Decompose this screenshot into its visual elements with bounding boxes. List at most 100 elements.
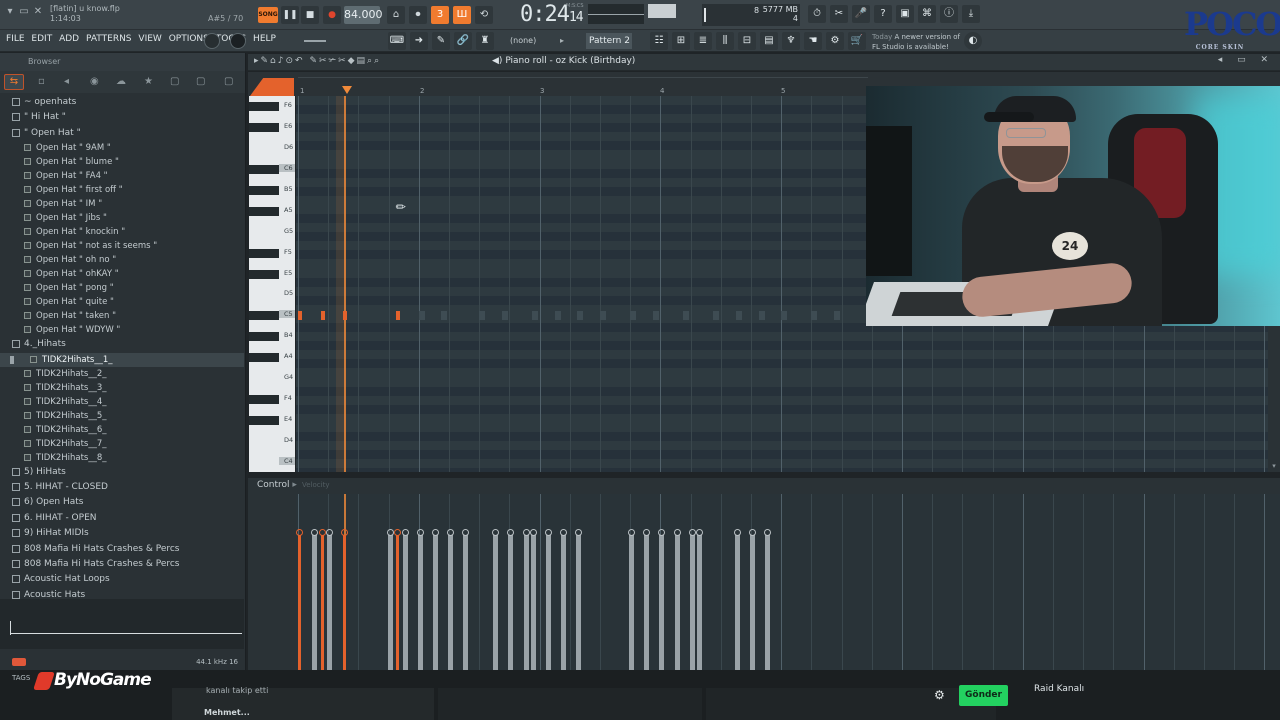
record-icon[interactable]: ● [323, 6, 341, 24]
velocity-bar[interactable] [417, 535, 423, 688]
scroll-down-icon[interactable]: ▾ [1268, 462, 1280, 472]
browser-back-icon[interactable]: ◂ [64, 76, 69, 87]
master-slider[interactable] [304, 40, 326, 42]
folder-item[interactable]: Acoustic Hats [0, 588, 244, 599]
stamp-icon[interactable]: ♜ [476, 32, 494, 50]
black-key[interactable] [249, 248, 279, 258]
snap-selector[interactable]: (none) [510, 33, 556, 49]
menu-patterns[interactable]: PATTERNS [86, 34, 132, 44]
file-item[interactable]: Open Hat " FA4 " [0, 169, 244, 183]
file-item[interactable]: TIDK2Hihats__1_ [0, 352, 244, 367]
folder-item[interactable]: " Hi Hat " [0, 110, 244, 125]
countdown-icon[interactable]: 3 [431, 6, 449, 24]
folder-item[interactable]: Acoustic Hat Loops [0, 572, 244, 587]
plugin-picker-icon[interactable]: ▤ [760, 32, 778, 50]
mixer-icon[interactable]: ⫼ [716, 32, 734, 50]
black-key[interactable] [249, 415, 279, 425]
raid-channel-label[interactable]: Raid Kanalı [1034, 684, 1084, 694]
velocity-bar[interactable] [432, 535, 438, 688]
velocity-bar[interactable] [629, 535, 635, 688]
ghost-note[interactable] [441, 310, 448, 320]
piano-roll-icon[interactable]: ⊞ [672, 32, 690, 50]
playhead-marker[interactable] [342, 86, 352, 94]
window-minimize-icon[interactable]: ▾ [4, 6, 16, 18]
velocity-handle[interactable] [394, 529, 402, 537]
pattern-prev-icon[interactable]: ▸ [560, 36, 564, 45]
ghost-note[interactable] [834, 310, 841, 320]
microphone-2-icon[interactable]: ♆ [782, 32, 800, 50]
tempo-display[interactable]: 84.000 [344, 6, 383, 24]
midi-note[interactable] [396, 310, 401, 320]
menu-edit[interactable]: EDIT [31, 34, 52, 44]
file-item[interactable]: Open Hat " 9AM " [0, 141, 244, 155]
send-button[interactable]: Gönder [959, 685, 1008, 706]
velocity-bar[interactable] [493, 535, 499, 688]
ghost-note[interactable] [630, 310, 637, 320]
master-volume-knob[interactable] [204, 33, 220, 49]
typing-keyboard-icon[interactable]: ⌨ [388, 32, 406, 50]
touch-keyboard-icon[interactable]: ☚ [804, 32, 822, 50]
ghost-note[interactable] [713, 310, 720, 320]
playlist-icon[interactable]: ☷ [650, 32, 668, 50]
file-item[interactable]: Open Hat " not as it seems " [0, 239, 244, 253]
stop-icon[interactable]: ■ [301, 6, 319, 24]
settings-gear-icon[interactable]: ⚙ [934, 688, 945, 702]
ghost-note[interactable] [758, 310, 765, 320]
piano-roll-tools[interactable]: ▸✎⌂♪⊙↶ ✎✂✃✂◆▤⌕⌕ [254, 56, 381, 66]
tempo-tap-icon[interactable]: ⏱ [808, 5, 826, 23]
file-item[interactable]: Open Hat " WDYW " [0, 323, 244, 337]
black-key[interactable] [249, 332, 279, 342]
browser-file-icon[interactable]: ▫ [38, 76, 45, 87]
ghost-note[interactable] [554, 310, 561, 320]
midi-note[interactable] [343, 310, 348, 320]
folder-item[interactable]: " Open Hat " [0, 126, 244, 141]
velocity-bar[interactable] [546, 535, 552, 688]
browser-folder-2-icon[interactable]: ▢ [196, 76, 205, 87]
folder-item[interactable]: 808 Mafia Hi Hats Crashes & Percs [0, 542, 244, 557]
browser-all-icon[interactable]: ⇆ [4, 74, 24, 90]
browser-star-icon[interactable]: ★ [144, 76, 153, 87]
play-icon[interactable]: ❚❚ [281, 6, 299, 24]
file-item[interactable]: Open Hat " first off " [0, 183, 244, 197]
master-pitch-knob[interactable] [230, 33, 246, 49]
folder-item[interactable]: 808 Mafia Hi Hats Crashes & Percs [0, 557, 244, 572]
menu-add[interactable]: ADD [59, 34, 79, 44]
preview-record-icon[interactable] [12, 658, 26, 666]
file-item[interactable]: Open Hat " ohKAY " [0, 267, 244, 281]
velocity-bar[interactable] [463, 535, 469, 688]
menu-view[interactable]: VIEW [138, 34, 161, 44]
velocity-lane[interactable] [296, 494, 1280, 688]
file-item[interactable]: TIDK2Hihats__8_ [0, 451, 244, 465]
ghost-note[interactable] [652, 310, 659, 320]
velocity-bar[interactable] [561, 535, 567, 688]
metronome-icon[interactable]: ⌂ [387, 6, 405, 24]
velocity-bar[interactable] [644, 535, 650, 688]
velocity-bar[interactable] [523, 535, 529, 688]
velocity-bar[interactable] [327, 535, 333, 688]
window-close-icon[interactable]: ✕ [32, 6, 44, 18]
ghost-note[interactable] [735, 310, 742, 320]
help-icon[interactable]: ? [874, 5, 892, 23]
pencil-icon[interactable]: ✎ [432, 32, 450, 50]
file-item[interactable]: TIDK2Hihats__6_ [0, 423, 244, 437]
ghost-note[interactable] [600, 310, 606, 320]
ghost-note[interactable] [532, 310, 539, 320]
control-label[interactable]: Control ▸ [257, 480, 297, 490]
file-item[interactable]: TIDK2Hihats__5_ [0, 409, 244, 423]
file-item[interactable]: Open Hat " pong " [0, 281, 244, 295]
velocity-bar[interactable] [734, 535, 740, 688]
velocity-bar[interactable] [576, 535, 582, 688]
browser-cloud-icon[interactable]: ☁ [116, 76, 126, 87]
microphone-icon[interactable]: 🎤 [852, 5, 870, 23]
velocity-bar[interactable] [343, 535, 347, 688]
midi-note[interactable] [320, 310, 325, 320]
file-item[interactable]: Open Hat " blume " [0, 155, 244, 169]
black-key[interactable] [249, 394, 279, 404]
store-icon[interactable]: 🛒 [848, 32, 866, 50]
browser-folder-icon[interactable]: ▢ [170, 76, 179, 87]
arrow-right-icon[interactable]: ➜ [410, 32, 428, 50]
menu-help[interactable]: HELP [253, 34, 276, 44]
folder-item[interactable]: ~ openhats [0, 95, 244, 110]
news-panel[interactable]: Today A newer version of FL Studio is av… [872, 32, 964, 52]
black-key[interactable] [249, 123, 279, 133]
